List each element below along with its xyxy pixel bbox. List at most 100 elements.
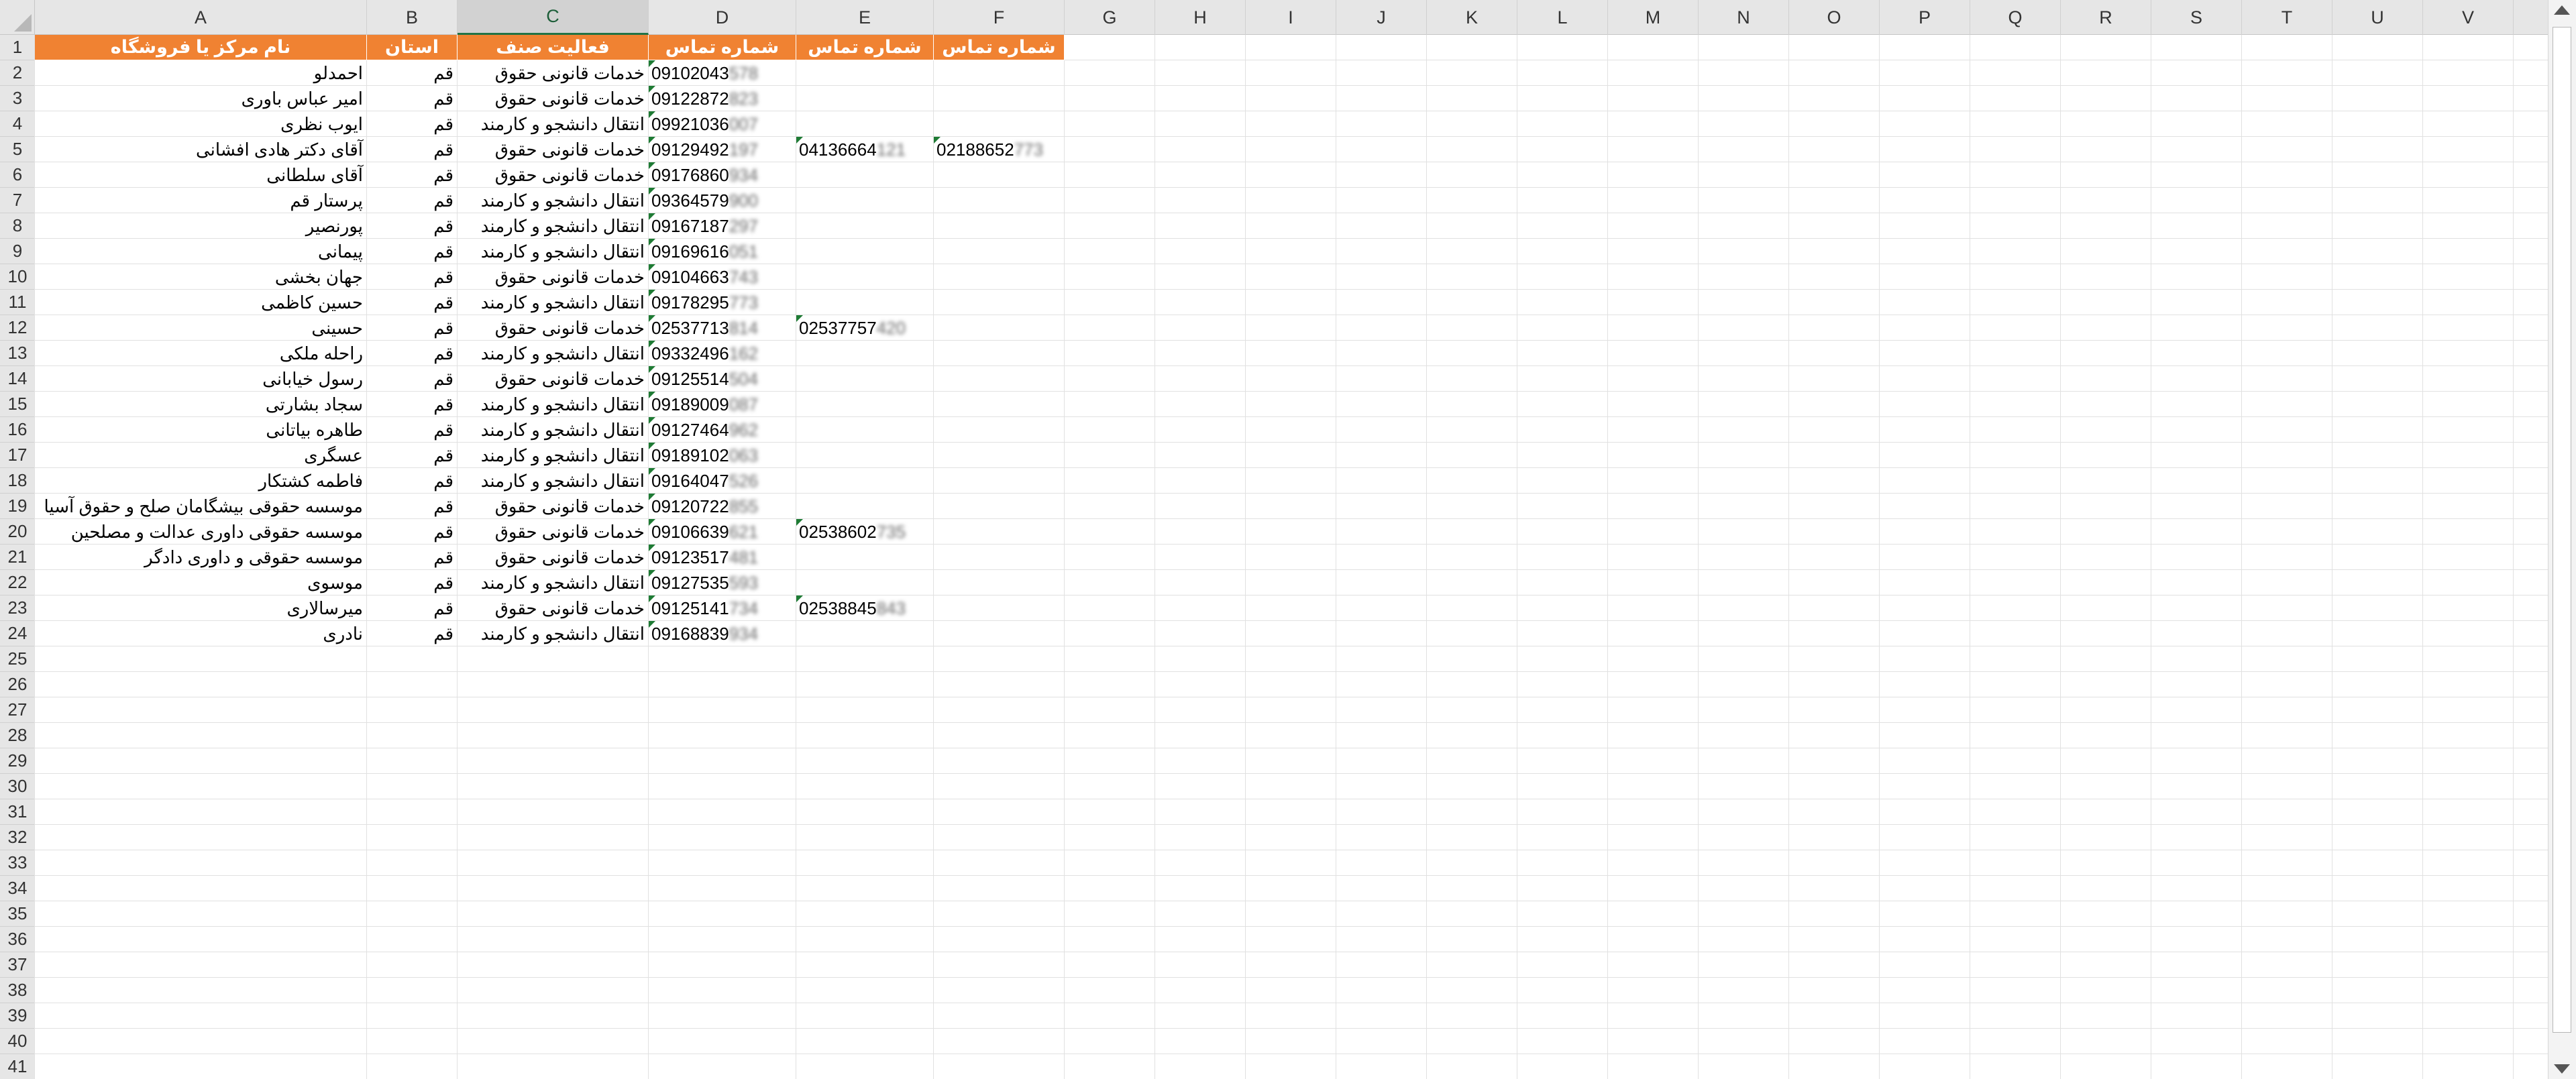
column-header-l[interactable]: L [1517, 0, 1608, 35]
spreadsheet-grid[interactable]: ABCDEFGHIJKLMNOPQRSTUV 1 2 3 4 5 6 7 8 9 10 11 12 13… [0, 0, 2548, 1079]
cell-activity[interactable]: انتقال دانشجو و کارمند [458, 290, 649, 315]
row-header-9[interactable]: 9 [0, 239, 35, 264]
row-header-21[interactable]: 21 [0, 545, 35, 570]
cell-activity[interactable]: خدمات قانونی حقوق [458, 264, 649, 290]
cell-province[interactable]: قم [367, 570, 458, 595]
cell-province[interactable]: قم [367, 392, 458, 417]
row-header-8[interactable]: 8 [0, 213, 35, 239]
column-header-c[interactable]: C [458, 0, 649, 35]
row-header-17[interactable]: 17 [0, 443, 35, 468]
row-header-14[interactable]: 14 [0, 366, 35, 392]
cell-activity[interactable]: خدمات قانونی حقوق [458, 137, 649, 162]
cell-activity[interactable]: خدمات قانونی حقوق [458, 315, 649, 341]
row-header-20[interactable]: 20 [0, 519, 35, 545]
column-header-e[interactable]: E [796, 0, 934, 35]
column-header-i[interactable]: I [1246, 0, 1336, 35]
cell-province[interactable]: قم [367, 188, 458, 213]
cell-phone-1[interactable]: 09178295 773 [649, 290, 796, 315]
cell-name[interactable]: موسسه حقوقی بیشگامان صلح و حقوق آسیا [35, 494, 367, 519]
cell-province[interactable]: قم [367, 519, 458, 545]
column-header-s[interactable]: S [2151, 0, 2242, 35]
cell-name[interactable]: رسول خیابانی [35, 366, 367, 392]
cell-activity[interactable]: انتقال دانشجو و کارمند [458, 570, 649, 595]
cell-name[interactable]: نادری [35, 621, 367, 646]
row-header-25[interactable]: 25 [0, 646, 35, 672]
header-cell-a[interactable]: نام مرکز یا فروشگاه [35, 35, 367, 60]
cell-name[interactable]: میرسالاری [35, 595, 367, 621]
row-header-29[interactable]: 29 [0, 748, 35, 774]
vertical-scrollbar[interactable] [2548, 0, 2576, 1079]
cell-province[interactable]: قم [367, 264, 458, 290]
cell-phone-1[interactable]: 09364579 900 [649, 188, 796, 213]
cell-phone-1[interactable]: 09104663 743 [649, 264, 796, 290]
row-header-36[interactable]: 36 [0, 927, 35, 952]
cell-name[interactable]: حسینی [35, 315, 367, 341]
row-header-32[interactable]: 32 [0, 825, 35, 850]
row-header-35[interactable]: 35 [0, 901, 35, 927]
row-header-27[interactable]: 27 [0, 697, 35, 723]
cell-phone-1[interactable]: 09189009 087 [649, 392, 796, 417]
cell-phone-1[interactable]: 09169616 051 [649, 239, 796, 264]
cell-name[interactable]: طاهره بیاتانی [35, 417, 367, 443]
cell-name[interactable]: موسسه حقوقی و داوری دادگر [35, 545, 367, 570]
cell-activity[interactable]: خدمات قانونی حقوق [458, 494, 649, 519]
row-header-10[interactable]: 10 [0, 264, 35, 290]
cell-phone-1[interactable]: 09129492 197 [649, 137, 796, 162]
cell-activity[interactable]: خدمات قانونی حقوق [458, 595, 649, 621]
cell-province[interactable]: قم [367, 111, 458, 137]
row-header-24[interactable]: 24 [0, 621, 35, 646]
scroll-down-arrow-icon[interactable] [2554, 1064, 2570, 1074]
column-header-n[interactable]: N [1699, 0, 1789, 35]
cell-activity[interactable]: انتقال دانشجو و کارمند [458, 188, 649, 213]
cell-name[interactable]: سجاد بشارتی [35, 392, 367, 417]
column-header-j[interactable]: J [1336, 0, 1427, 35]
cell-phone-1[interactable]: 09164047 526 [649, 468, 796, 494]
cell-province[interactable]: قم [367, 417, 458, 443]
select-all-corner[interactable] [0, 0, 35, 35]
cell-name[interactable]: آقای سلطانی [35, 162, 367, 188]
header-cell-c[interactable]: فعالیت صنف [458, 35, 649, 60]
header-cell-f[interactable]: شماره تماس [934, 35, 1065, 60]
cell-activity[interactable]: خدمات قانونی حقوق [458, 86, 649, 111]
cell-phone-1[interactable]: 09123517 481 [649, 545, 796, 570]
cell-name[interactable]: حسین کاظمی [35, 290, 367, 315]
column-header-b[interactable]: B [367, 0, 458, 35]
row-header-18[interactable]: 18 [0, 468, 35, 494]
cell-phone-1[interactable]: 09125514 504 [649, 366, 796, 392]
row-header-13[interactable]: 13 [0, 341, 35, 366]
cell-phone-1[interactable]: 09168839 934 [649, 621, 796, 646]
cell-phone-2[interactable]: 04136664 121 [796, 137, 934, 162]
cell-province[interactable]: قم [367, 545, 458, 570]
cell-phone-1[interactable]: 09332496 162 [649, 341, 796, 366]
cell-province[interactable]: قم [367, 366, 458, 392]
row-header-34[interactable]: 34 [0, 876, 35, 901]
cell-province[interactable]: قم [367, 494, 458, 519]
column-header-m[interactable]: M [1608, 0, 1699, 35]
row-header-31[interactable]: 31 [0, 799, 35, 825]
cell-phone-1[interactable]: 09106639 621 [649, 519, 796, 545]
scroll-thumb[interactable] [2553, 27, 2571, 1033]
cell-activity[interactable]: انتقال دانشجو و کارمند [458, 111, 649, 137]
row-header-40[interactable]: 40 [0, 1029, 35, 1054]
cell-phone-2[interactable]: 02538602 735 [796, 519, 934, 545]
cell-phone-1[interactable]: 09127535 593 [649, 570, 796, 595]
cell-province[interactable]: قم [367, 595, 458, 621]
cell-phone-1[interactable]: 09167187 297 [649, 213, 796, 239]
cell-phone-1[interactable]: 09176860 934 [649, 162, 796, 188]
column-header-r[interactable]: R [2061, 0, 2151, 35]
column-header-f[interactable]: F [934, 0, 1065, 35]
column-header-p[interactable]: P [1880, 0, 1970, 35]
column-header-k[interactable]: K [1427, 0, 1517, 35]
row-header-6[interactable]: 6 [0, 162, 35, 188]
cell-province[interactable]: قم [367, 315, 458, 341]
row-header-2[interactable]: 2 [0, 60, 35, 86]
cell-name[interactable]: احمدلو [35, 60, 367, 86]
cell-province[interactable]: قم [367, 290, 458, 315]
cell-phone-1[interactable]: 09125141 734 [649, 595, 796, 621]
header-cell-e[interactable]: شماره تماس [796, 35, 934, 60]
cell-province[interactable]: قم [367, 213, 458, 239]
cell-phone-2[interactable]: 02537757 420 [796, 315, 934, 341]
row-header-5[interactable]: 5 [0, 137, 35, 162]
row-header-28[interactable]: 28 [0, 723, 35, 748]
cell-name[interactable]: امیر عباس باوری [35, 86, 367, 111]
